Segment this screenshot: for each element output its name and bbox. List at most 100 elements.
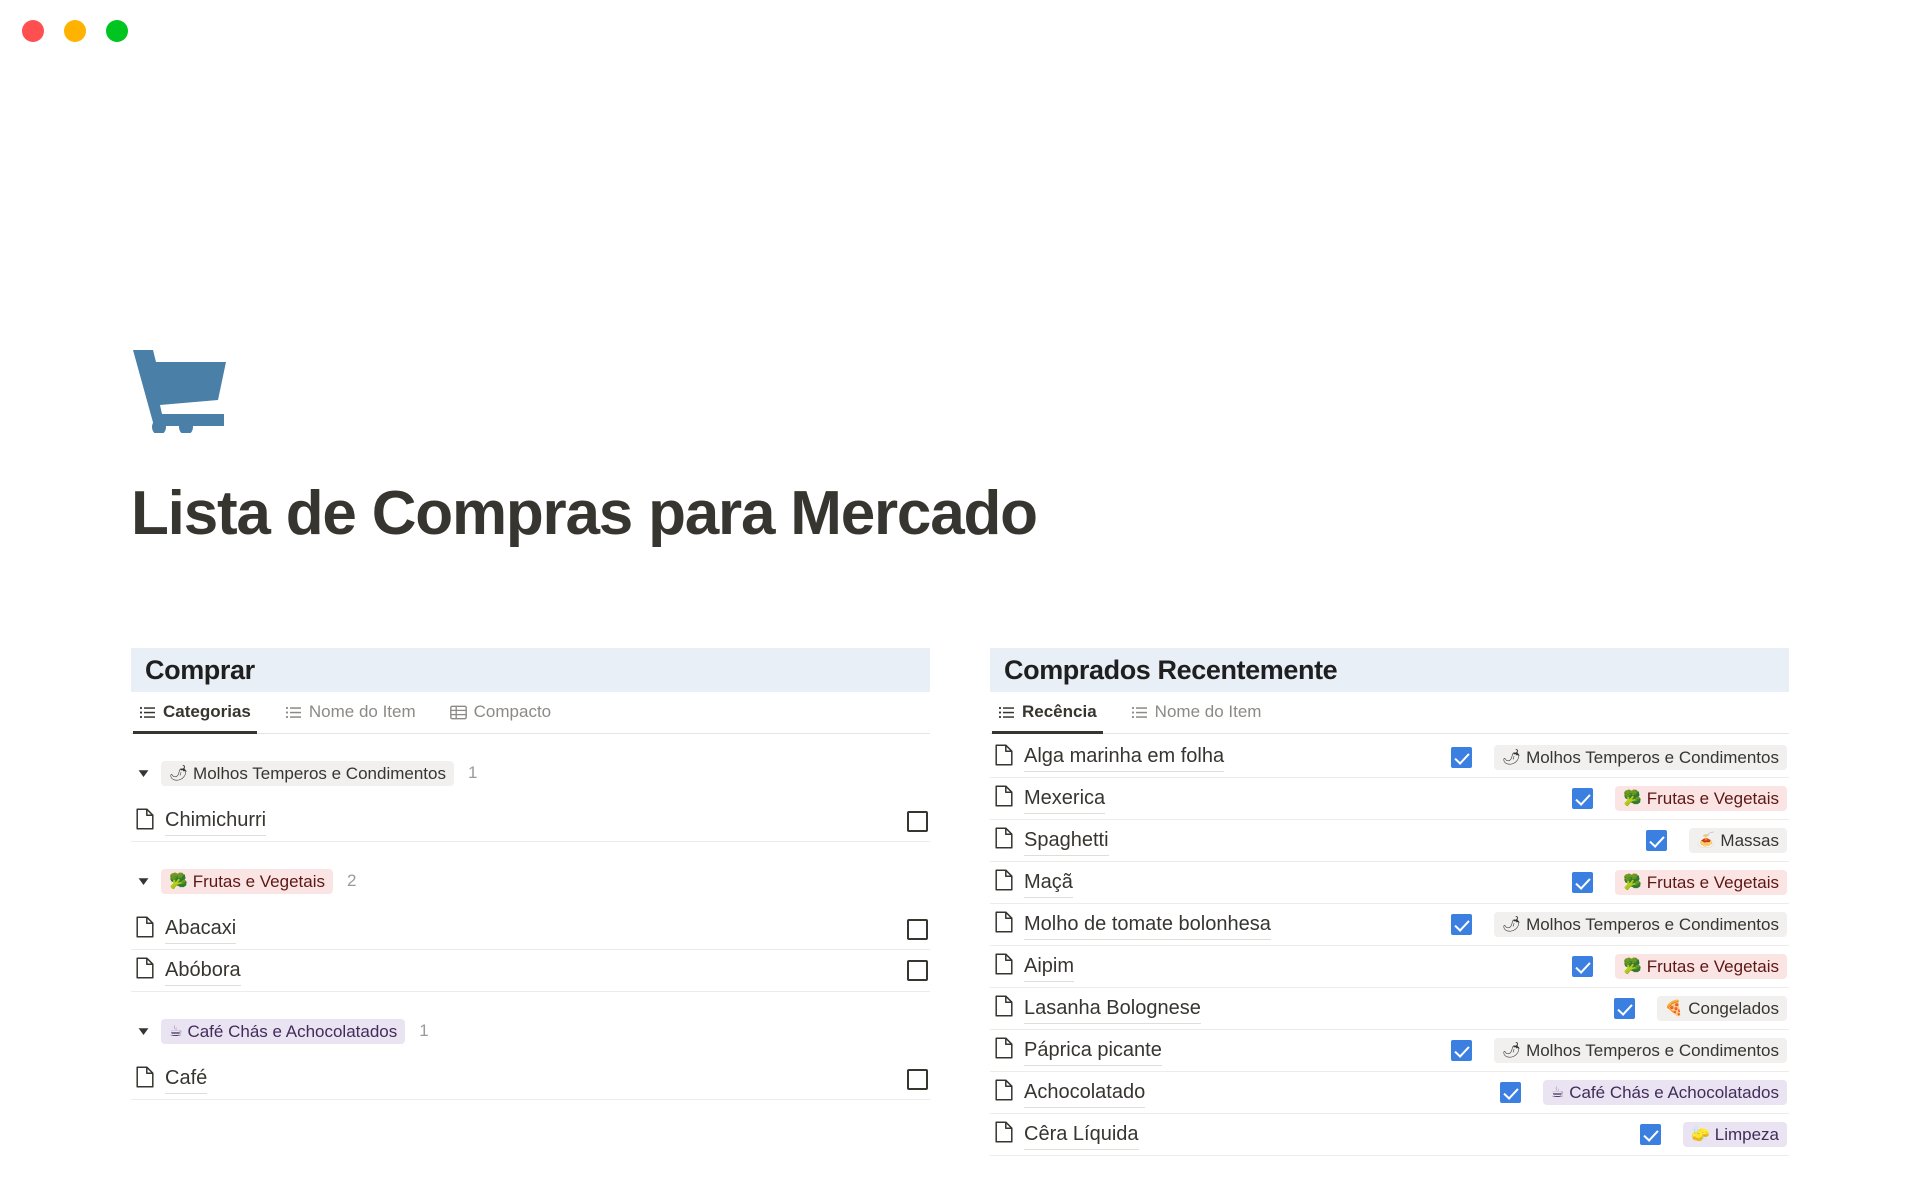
category-tag-label: Limpeza (1714, 1125, 1779, 1144)
list-item-name[interactable]: Spaghetti (1024, 826, 1109, 856)
list-item[interactable]: Achocolatado ☕ Café Chás e Achocolatados (990, 1072, 1789, 1114)
category-tag[interactable]: ☕ Café Chás e Achocolatados (1542, 1080, 1787, 1105)
tab-label: Compacto (473, 702, 552, 721)
category-tag[interactable]: 🌶 Molhos Temperos e Condimentos (1494, 1038, 1787, 1063)
category-tag-label: Frutas e Vegetais (1646, 873, 1779, 892)
list-item[interactable]: Spaghetti 🍝 Massas (990, 820, 1789, 862)
tab-nome-do-item[interactable]: Nome do Item (279, 691, 422, 733)
list-item-name[interactable]: Cêra Líquida (1024, 1120, 1139, 1150)
category-tag[interactable]: 🍝 Massas (1688, 828, 1787, 853)
item-purchased-checkbox[interactable] (907, 960, 928, 981)
category-tag-label: Café Chás e Achocolatados (187, 1021, 398, 1041)
category-tag[interactable]: 🍕 Congelados (1656, 996, 1787, 1021)
collapse-caret-icon[interactable] (135, 1023, 151, 1039)
category-group: ☕ Café Chás e Achocolatados 1 Café (131, 992, 930, 1100)
category-group-header: 🥦 Frutas e Vegetais 2 (131, 866, 930, 896)
collapse-caret-icon[interactable] (135, 765, 151, 781)
item-purchased-checkbox[interactable] (1645, 830, 1667, 851)
list-item[interactable]: Mexerica 🥦 Frutas e Vegetais (990, 778, 1789, 820)
page-title: Lista de Compras para Mercado (131, 479, 1038, 548)
page-doc-icon (994, 827, 1014, 854)
page-doc-icon (994, 953, 1014, 980)
item-purchased-checkbox[interactable] (1499, 1082, 1521, 1103)
panel-comprar-tabs: Categorias Nome do Item Compacto (131, 692, 930, 734)
list-item[interactable]: Café (131, 1058, 930, 1100)
category-tag[interactable]: 🥦 Frutas e Vegetais (161, 868, 333, 894)
page-doc-icon (994, 911, 1014, 938)
category-tag[interactable]: 🌶 Molhos Temperos e Condimentos (161, 760, 454, 786)
list-item[interactable]: Abóbora (131, 950, 930, 992)
tab-compacto[interactable]: Compacto (444, 691, 557, 733)
item-purchased-checkbox[interactable] (907, 1068, 928, 1090)
list-item-name[interactable]: Mexerica (1024, 784, 1106, 814)
category-tag-label: Congelados (1688, 999, 1779, 1018)
item-purchased-checkbox[interactable] (1572, 956, 1593, 977)
page-doc-icon (994, 1121, 1014, 1148)
list-item-name[interactable]: Maçã (1024, 868, 1073, 898)
item-purchased-checkbox[interactable] (907, 810, 928, 832)
tab-categorias[interactable]: Categorias (133, 691, 257, 734)
category-emoji-icon: 🥦 (169, 872, 188, 890)
list-item-name[interactable]: Café (165, 1064, 208, 1094)
list-item[interactable]: Páprica picante 🌶 Molhos Temperos e Condim… (990, 1030, 1789, 1072)
item-purchased-checkbox[interactable] (1451, 746, 1473, 768)
item-purchased-checkbox[interactable] (1640, 1124, 1662, 1145)
list-item-name[interactable]: Chimichurri (165, 806, 267, 836)
collapse-caret-icon[interactable] (135, 873, 151, 889)
group-item-count: 1 (419, 1021, 429, 1040)
page-doc-icon (994, 1079, 1014, 1106)
list-item-name[interactable]: Abacaxi (165, 914, 237, 944)
minimize-window-button[interactable] (64, 20, 86, 42)
category-emoji-icon: 🧽 (1691, 1126, 1710, 1143)
list-view-icon (285, 704, 302, 721)
item-purchased-checkbox[interactable] (1451, 914, 1473, 935)
category-emoji-icon: 🍕 (1664, 1000, 1684, 1017)
list-item[interactable]: Alga marinha em folha 🌶 Molhos Temperos e … (990, 736, 1789, 778)
category-tag[interactable]: 🌶 Molhos Temperos e Condimentos (1494, 912, 1787, 937)
list-item-name[interactable]: Molho de tomate bolonhesa (1024, 910, 1271, 940)
list-item[interactable]: Molho de tomate bolonhesa 🌶 Molhos Tempero… (990, 904, 1789, 946)
category-group: 🌶 Molhos Temperos e Condimentos 1 Chimichur… (131, 734, 930, 842)
panel-comprados-recentemente: Comprados Recentemente Recência Nome do I… (990, 648, 1789, 1156)
list-item[interactable]: Maçã 🥦 Frutas e Vegetais (990, 862, 1789, 904)
tab-rec-ncia[interactable]: Recência (992, 691, 1103, 734)
category-tag-label: Molhos Temperos e Condimentos (1526, 1041, 1779, 1060)
category-tag[interactable]: ☕ Café Chás e Achocolatados (161, 1018, 406, 1044)
category-tag[interactable]: 🥦 Frutas e Vegetais (1615, 870, 1787, 895)
item-purchased-checkbox[interactable] (1572, 872, 1593, 893)
list-item[interactable]: Chimichurri (131, 800, 930, 842)
list-item[interactable]: Cêra Líquida 🧽 Limpeza (990, 1114, 1789, 1156)
list-item-name[interactable]: Aipim (1024, 952, 1075, 982)
list-item-name[interactable]: Abóbora (165, 956, 241, 986)
item-purchased-checkbox[interactable] (907, 918, 928, 940)
page-hero: Lista de Compras para Mercado (0, 62, 1920, 545)
list-item[interactable]: Aipim 🥦 Frutas e Vegetais (990, 946, 1789, 988)
category-group-header: ☕ Café Chás e Achocolatados 1 (131, 1016, 930, 1046)
item-purchased-checkbox[interactable] (1613, 998, 1635, 1019)
window-titlebar (0, 0, 1920, 62)
window-traffic-lights (22, 20, 128, 42)
page-doc-icon (994, 1037, 1014, 1064)
list-item-name[interactable]: Páprica picante (1024, 1036, 1162, 1066)
category-emoji-icon: 🥦 (1623, 958, 1642, 975)
close-window-button[interactable] (22, 20, 44, 42)
category-emoji-icon: 🍝 (1696, 832, 1716, 849)
list-item-name[interactable]: Lasanha Bolognese (1024, 994, 1201, 1024)
category-tag[interactable]: 🌶 Molhos Temperos e Condimentos (1494, 744, 1787, 770)
maximize-window-button[interactable] (106, 20, 128, 42)
page-content: Lista de Compras para Mercado Comprar Ca… (0, 62, 1920, 1200)
tab-nome-do-item[interactable]: Nome do Item (1125, 691, 1268, 733)
table-view-icon (449, 704, 467, 721)
category-tag-label: Molhos Temperos e Condimentos (1526, 915, 1779, 934)
list-item-name[interactable]: Alga marinha em folha (1024, 742, 1225, 772)
list-item[interactable]: Lasanha Bolognese 🍕 Congelados (990, 988, 1789, 1030)
list-item-name[interactable]: Achocolatado (1024, 1078, 1146, 1108)
category-tag[interactable]: 🧽 Limpeza (1683, 1122, 1787, 1147)
item-purchased-checkbox[interactable] (1451, 1040, 1473, 1061)
list-item[interactable]: Abacaxi (131, 908, 930, 950)
page-doc-icon (135, 957, 155, 984)
page-doc-icon (994, 995, 1014, 1022)
item-purchased-checkbox[interactable] (1572, 788, 1593, 809)
category-tag[interactable]: 🥦 Frutas e Vegetais (1615, 954, 1787, 979)
category-tag[interactable]: 🥦 Frutas e Vegetais (1615, 786, 1787, 811)
